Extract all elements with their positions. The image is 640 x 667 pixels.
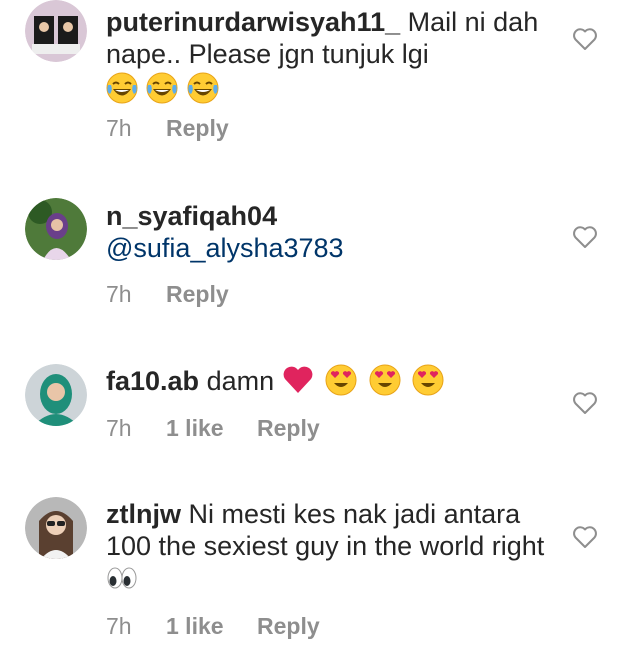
avatar[interactable]	[25, 497, 87, 559]
comment-time: 7h	[106, 281, 132, 307]
comment-text: ztlnjw Ni mesti kes nak jadi antara 100 …	[106, 498, 546, 595]
comment-body: damn	[206, 366, 275, 396]
like-heart-icon[interactable]	[572, 391, 598, 415]
red-heart-icon	[282, 364, 314, 396]
avatar[interactable]	[25, 364, 87, 426]
face-with-tears-of-joy-icon	[146, 72, 178, 104]
reply-button[interactable]: Reply	[166, 115, 229, 142]
reply-button[interactable]: Reply	[166, 281, 229, 308]
like-heart-icon[interactable]	[572, 225, 598, 249]
comment-username[interactable]: fa10.ab	[106, 366, 199, 396]
face-with-tears-of-joy-icon	[106, 72, 138, 104]
like-count[interactable]: 1 like	[166, 415, 257, 442]
comment-text: puterinurdarwisyah11_ Mail ni dah nape..…	[106, 6, 546, 70]
comment-username[interactable]: n_syafiqah04	[106, 201, 277, 231]
like-heart-icon[interactable]	[572, 525, 598, 549]
reply-button[interactable]: Reply	[257, 613, 320, 640]
eyes-icon	[106, 562, 138, 594]
like-heart-icon[interactable]	[572, 27, 598, 51]
avatar[interactable]	[25, 0, 87, 62]
comment-text: n_syafiqah04 @sufia_alysha3783	[106, 200, 546, 264]
reply-button[interactable]: Reply	[257, 415, 320, 442]
mention-link[interactable]: @sufia_alysha3783	[106, 233, 344, 263]
comment-username[interactable]: puterinurdarwisyah11_	[106, 7, 400, 37]
smiling-face-with-heart-eyes-icon	[369, 364, 401, 396]
comment-username[interactable]: ztlnjw	[106, 499, 181, 529]
smiling-face-with-heart-eyes-icon	[412, 364, 444, 396]
avatar[interactable]	[25, 198, 87, 260]
comment-time: 7h	[106, 613, 132, 639]
comment-time: 7h	[106, 115, 132, 141]
comment-text: fa10.ab damn	[106, 364, 546, 397]
face-with-tears-of-joy-icon	[187, 72, 219, 104]
smiling-face-with-heart-eyes-icon	[325, 364, 357, 396]
comment-time: 7h	[106, 415, 132, 441]
like-count[interactable]: 1 like	[166, 613, 257, 640]
